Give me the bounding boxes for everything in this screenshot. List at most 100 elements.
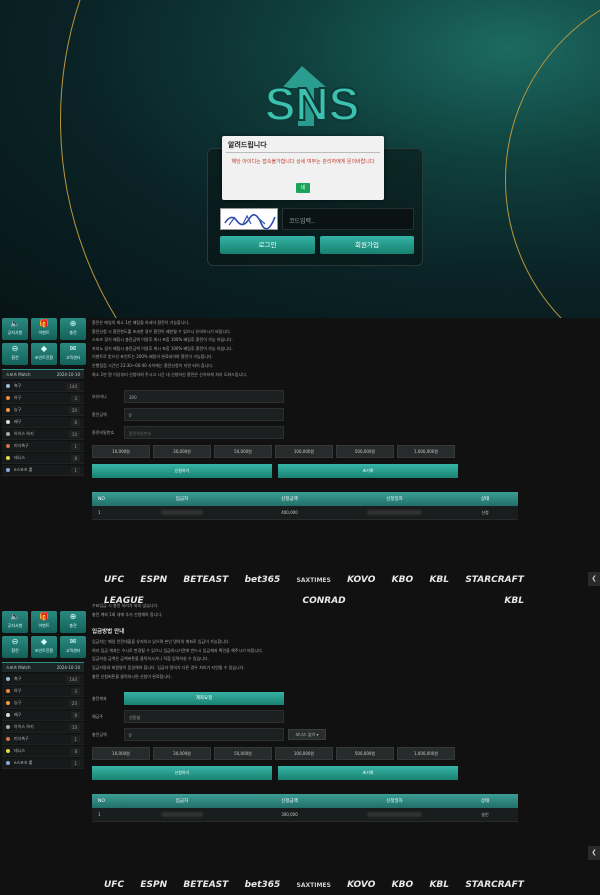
field-label: 환전금액 [92,411,107,417]
withdraw-password-input[interactable]: 환전비밀번호 [124,426,284,440]
captcha-code-input[interactable]: 코드입력.. [282,208,414,230]
amount-button[interactable]: 10,000원 [92,445,150,459]
partner-logo: SAXTIMES [296,576,331,584]
partner-logo: KBL [429,880,450,890]
scroll-arrow-icon[interactable]: ❮ [588,846,600,860]
notice-line: 이벤트로 받으신 포인트는 200% 배팅이 완료되어야 환전이 가능합니다. [92,354,213,360]
withdraw-tile[interactable]: ⊖ 환전 [2,636,28,658]
deposit-reset-button[interactable]: 초기화 [278,766,458,781]
sport-count: 8 [71,454,80,462]
deposit-apply-button[interactable]: 신청하기 [92,766,272,781]
sports-header: 스포츠 Match 2024-10-10 [2,369,84,379]
cell-no: 1 [98,510,101,516]
partner-logo: KOVO [347,575,376,585]
cell-status: 신청 [481,509,489,515]
login-button[interactable]: 로그인 [220,236,315,254]
speaker-icon: 🔈 [10,612,20,621]
sport-name: e스포츠 롤 [14,467,33,472]
amount-button[interactable]: 50,000원 [214,747,272,761]
col-header: 상태 [480,497,490,503]
amount-button[interactable]: 10,000원 [92,747,150,761]
deposit-amount-input[interactable]: 0 [124,728,284,742]
notice-line: 입금하실 금액은 금액버튼을 클릭하시거나 직접 입력하실 수 있습니다. [92,656,209,662]
amount-button[interactable]: 500,000원 [336,747,394,761]
amount-button[interactable]: 30,000원 [153,445,211,459]
partner-logo: SAXTIMES [296,881,331,889]
plus-icon: ⊕ [69,319,77,328]
account-request-button[interactable]: 계좌요청 [124,692,284,706]
point-tile[interactable]: ◆ 포인트전환 [31,636,57,658]
sport-count: 3 [71,394,80,402]
sidebar: 🔈 공지사항 🎁 이벤트 ⊕ 충전 ⊖ 환전 ◆ 포인트전환 ✉ 고객센터 스포츠 Matc… [0,318,86,477]
amount-button[interactable]: 30,000원 [153,747,211,761]
withdraw-table-header: NO 입금자 신청금액 신청일자 상태 [92,492,518,507]
sidebar-item-sport[interactable]: e스포츠 롤 1 [2,465,84,476]
sidebar-item-sport[interactable]: 축구 144 [2,381,84,392]
support-tile[interactable]: ✉ 고객센터 [60,343,86,365]
sidebar-item-sport[interactable]: 농구 20 [2,405,84,416]
sidebar-item-sport[interactable]: 미식축구 1 [2,734,84,745]
form-row: 예금주 신동엽 [92,709,518,724]
amount-button[interactable]: 100,000원 [275,747,333,761]
notice-line: 여러 입금 계좌는 수시로 변경될 수 있으니 입금하시기전에 반드시 입금계좌… [92,647,264,653]
signup-button[interactable]: 회원가입 [320,236,414,254]
sidebar-item-sport[interactable]: 배구 8 [2,417,84,428]
event-tile[interactable]: 🎁 이벤트 [31,611,57,633]
sport-icon [6,761,10,765]
cell-depositor [122,509,242,516]
point-tile[interactable]: ◆ 포인트전환 [31,343,57,365]
notice-line: 환전신청 시 환전한도를 초과한 경우 환전이 제한될 수 있으니 유의하시기 … [92,328,232,334]
sidebar-item-sport[interactable]: 아이스 하키 10 [2,429,84,440]
sport-icon [6,432,10,436]
sidebar-item-sport[interactable]: 농구 20 [2,698,84,709]
sidebar-item-sport[interactable]: e스포츠 롤 1 [2,758,84,769]
sport-icon [6,456,10,460]
withdraw-reset-button[interactable]: 초기화 [278,464,458,479]
field-label: 예금주 [92,713,104,719]
sports-header-date: 2024-10-10 [56,665,80,670]
sidebar-item-sport[interactable]: 야구 3 [2,393,84,404]
partner-logo: ESPN [140,880,168,890]
amount-button[interactable]: 1,000,000원 [397,747,455,761]
sidebar-item-sport[interactable]: 테니스 8 [2,453,84,464]
withdraw-notices: 환전은 매일의 최소 1만 배팅을 하셔야 환전이 가능합니다. 환전신청 시 환… [92,318,518,379]
sidebar-item-sport[interactable]: 축구 144 [2,674,84,685]
cell-date [337,811,452,818]
sport-count: 8 [71,747,80,755]
chat-icon: ✉ [69,344,77,353]
partner-logo: bet365 [244,575,281,585]
sidebar-item-sport[interactable]: 테니스 8 [2,746,84,757]
modal-ok-button[interactable]: 네 [296,183,310,193]
sidebar-item-sport[interactable]: 야구 3 [2,686,84,697]
sport-count: 10 [68,430,80,438]
notice-tile[interactable]: 🔈 공지사항 [2,611,28,633]
scroll-arrow-icon[interactable]: ❮ [588,572,600,586]
withdraw-tile[interactable]: ⊖ 환전 [2,343,28,365]
deposit-tile[interactable]: ⊕ 충전 [60,611,86,633]
event-tile[interactable]: 🎁 이벤트 [31,318,57,340]
table-row: 1 400,000 신청 [92,506,518,521]
amount-button[interactable]: 100,000원 [275,445,333,459]
sidebar: 🔈 공지사항 🎁 이벤트 ⊕ 충전 ⊖ 환전 ◆ 포인트전환 ✉ 고객센터 스포츠 Matc… [0,611,86,770]
bonus-select[interactable]: 보너스 없이 ▾ [288,729,326,741]
sport-name: 농구 [14,700,22,705]
amount-button[interactable]: 50,000원 [214,445,272,459]
sidebar-item-sport[interactable]: 배구 8 [2,710,84,721]
sport-count: 1 [71,442,80,450]
field-label: 충전계좌 [92,695,107,701]
withdraw-apply-button[interactable]: 신청하기 [92,464,272,479]
notice-tile[interactable]: 🔈 공지사항 [2,318,28,340]
partner-logos: UFC ESPN BETEAST bet365 SAXTIMES KOVO KBO KBL ST… [104,880,524,890]
sidebar-item-sport[interactable]: 미식축구 1 [2,441,84,452]
gift-icon: 🎁 [39,612,49,621]
sidebar-item-sport[interactable]: 아이스 하키 10 [2,722,84,733]
support-tile[interactable]: ✉ 고객센터 [60,636,86,658]
amount-button[interactable]: 1,000,000원 [397,445,455,459]
withdraw-amount-input[interactable]: 0 [124,408,284,422]
modal-divider [226,152,380,153]
amount-button[interactable]: 500,000원 [336,445,394,459]
sport-name: 농구 [14,407,22,412]
deposit-tile[interactable]: ⊕ 충전 [60,318,86,340]
cell-amount: 300,000 [281,812,298,818]
sport-count: 20 [68,699,80,707]
